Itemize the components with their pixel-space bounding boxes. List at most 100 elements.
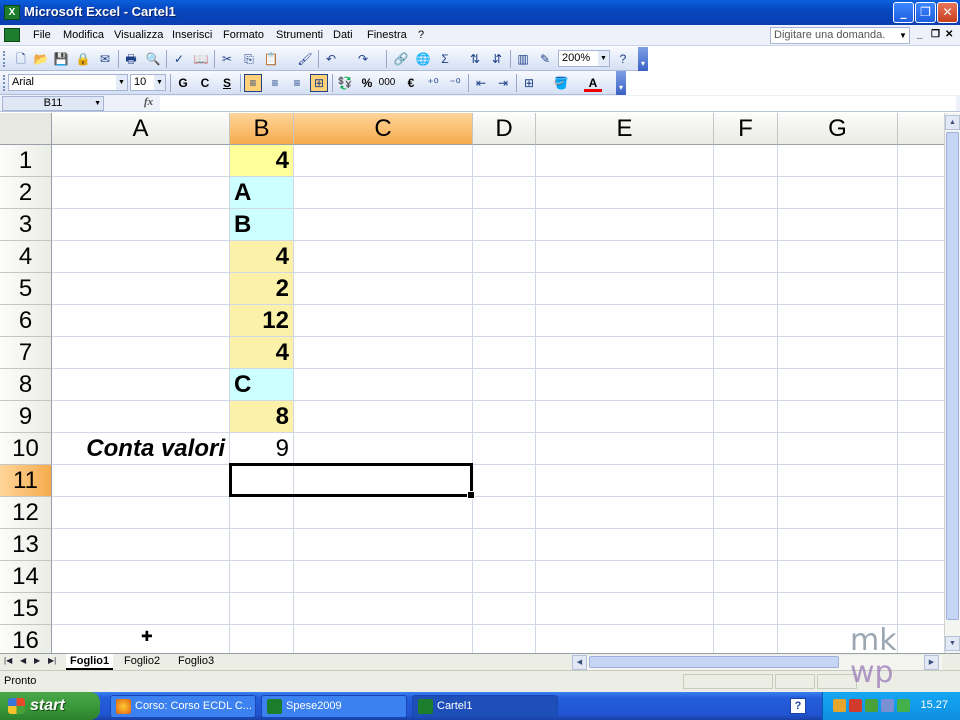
sort-ascending-icon[interactable]: ⇅ [466, 50, 484, 68]
insert-function-icon[interactable]: fx [144, 96, 153, 108]
taskbar-item-spese2009[interactable]: Spese2009 [261, 695, 407, 718]
name-box[interactable]: B11 ▼ [2, 96, 104, 111]
vertical-scroll-thumb[interactable] [946, 132, 959, 620]
close-button[interactable]: ✕ [937, 2, 958, 23]
undo-icon[interactable]: ↶ [322, 50, 340, 68]
sheet-tab-foglio2[interactable]: Foglio2 [120, 654, 164, 670]
underline-button[interactable]: S [218, 74, 236, 92]
toolbar-options-button[interactable]: ▾ [616, 71, 626, 95]
row-header-7[interactable]: 7 [0, 337, 52, 369]
cell-a10[interactable]: Conta valori [53, 433, 229, 464]
volume-icon[interactable] [881, 699, 894, 712]
help-icon[interactable]: ? [614, 50, 632, 68]
menu-strumenti[interactable]: Strumenti [276, 29, 323, 41]
cell-b3[interactable]: B [230, 209, 293, 240]
excel-app-icon[interactable]: X [4, 5, 20, 20]
row-header-15[interactable]: 15 [0, 593, 52, 625]
last-sheet-icon[interactable]: ▶| [48, 656, 56, 665]
chevron-down-icon[interactable]: ▼ [94, 97, 101, 110]
print-icon[interactable]: 🖶 [122, 50, 140, 68]
percent-button[interactable]: % [358, 74, 376, 92]
select-all-button[interactable] [0, 113, 52, 145]
help-tray-icon[interactable]: ? [790, 698, 806, 714]
workbook-icon[interactable] [4, 28, 20, 42]
autosum-icon[interactable]: Σ [436, 50, 454, 68]
menu-dati[interactable]: Dati [333, 29, 353, 41]
column-header-d[interactable]: D [473, 113, 536, 145]
menu-visualizza[interactable]: Visualizza [114, 29, 163, 41]
spelling-icon[interactable]: ✓ [170, 50, 188, 68]
chevron-down-icon[interactable]: ▼ [116, 75, 127, 90]
bold-button[interactable]: G [174, 74, 192, 92]
update-icon[interactable] [865, 699, 878, 712]
increase-indent-icon[interactable]: ⇥ [494, 74, 512, 92]
increase-decimal-icon[interactable]: ⁺⁰ [424, 74, 442, 92]
row-header-2[interactable]: 2 [0, 177, 52, 209]
format-painter-icon[interactable]: 🖌 [296, 50, 314, 68]
merge-center-icon[interactable]: ⊞ [310, 74, 328, 92]
font-name-select[interactable]: Arial ▼ [8, 74, 128, 91]
scroll-left-icon[interactable]: ◀ [572, 655, 587, 670]
sheet-tab-foglio1[interactable]: Foglio1 [66, 654, 114, 670]
column-header-g[interactable]: G [778, 113, 898, 145]
row-header-1[interactable]: 1 [0, 145, 52, 177]
align-center-icon[interactable]: ≡ [266, 74, 284, 92]
font-color-icon[interactable]: A [584, 74, 602, 92]
row-header-8[interactable]: 8 [0, 369, 52, 401]
toolbar-options-button[interactable]: ▾ [638, 47, 648, 71]
restore-button[interactable]: ❐ [915, 2, 936, 23]
menu-help[interactable]: ? [418, 29, 424, 41]
decrease-indent-icon[interactable]: ⇤ [472, 74, 490, 92]
column-header-b[interactable]: B [230, 113, 294, 145]
row-header-12[interactable]: 12 [0, 497, 52, 529]
scroll-right-icon[interactable]: ▶ [924, 655, 939, 670]
cell-b9[interactable]: 8 [230, 401, 293, 432]
menu-file[interactable]: File [33, 29, 51, 41]
borders-icon[interactable]: ⊞ [520, 74, 538, 92]
save-icon[interactable]: 💾 [52, 50, 70, 68]
row-header-14[interactable]: 14 [0, 561, 52, 593]
menu-formato[interactable]: Formato [223, 29, 264, 41]
font-size-select[interactable]: 10 ▼ [130, 74, 166, 91]
thousands-button[interactable]: 000 [378, 74, 396, 92]
menu-inserisci[interactable]: Inserisci [172, 29, 212, 41]
toolbar-grip[interactable] [3, 75, 6, 91]
row-header-10[interactable]: 10 [0, 433, 52, 465]
formula-input[interactable] [160, 96, 956, 111]
cell-b4[interactable]: 4 [230, 241, 293, 272]
cell-b1[interactable]: 4 [230, 145, 293, 176]
fill-color-icon[interactable]: 🪣 [552, 74, 570, 92]
column-header-c[interactable]: C [294, 113, 473, 145]
cell-b7[interactable]: 4 [230, 337, 293, 368]
taskbar-item-browser[interactable]: Corso: Corso ECDL C... [110, 695, 256, 718]
prev-sheet-icon[interactable]: ◀ [20, 656, 26, 665]
security-icon[interactable] [849, 699, 862, 712]
permission-icon[interactable]: 🔒 [74, 50, 92, 68]
email-icon[interactable]: ✉ [96, 50, 114, 68]
copy-icon[interactable]: ⎘ [240, 50, 258, 68]
menu-modifica[interactable]: Modifica [63, 29, 104, 41]
print-preview-icon[interactable]: 🔍 [144, 50, 162, 68]
chevron-down-icon[interactable]: ▼ [598, 51, 609, 66]
doc-minimize-button[interactable]: _ [917, 29, 923, 40]
taskbar-item-cartel1[interactable]: Cartel1 [412, 695, 558, 718]
sheet-tab-foglio3[interactable]: Foglio3 [174, 654, 218, 670]
row-header-4[interactable]: 4 [0, 241, 52, 273]
selected-cell-outline[interactable] [229, 463, 475, 499]
chart-wizard-icon[interactable]: ▥ [514, 50, 532, 68]
drawing-icon[interactable]: ✎ [536, 50, 554, 68]
row-header-16[interactable]: 16 [0, 625, 52, 653]
network-icon[interactable] [833, 699, 846, 712]
scroll-up-icon[interactable]: ▲ [945, 115, 960, 130]
doc-close-button[interactable]: ✕ [945, 29, 953, 40]
row-header-5[interactable]: 5 [0, 273, 52, 305]
first-sheet-icon[interactable]: |◀ [4, 656, 12, 665]
chevron-down-icon[interactable]: ▼ [897, 28, 909, 43]
new-icon[interactable]: 🗋 [12, 50, 30, 68]
sort-descending-icon[interactable]: ⇵ [488, 50, 506, 68]
paste-icon[interactable]: 📋 [262, 50, 280, 68]
column-header-e[interactable]: E [536, 113, 714, 145]
row-header-9[interactable]: 9 [0, 401, 52, 433]
column-header-a[interactable]: A [52, 113, 230, 145]
row-header-6[interactable]: 6 [0, 305, 52, 337]
